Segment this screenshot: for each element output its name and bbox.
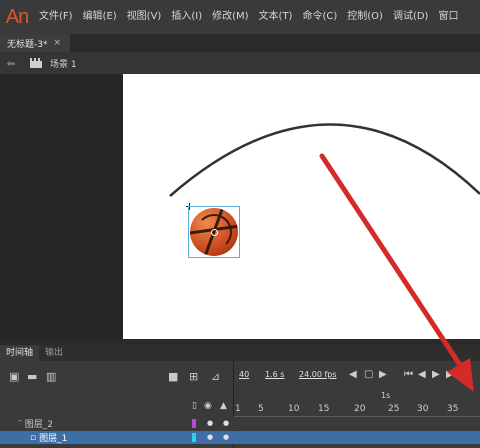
menu-control[interactable]: 控制(O) [342,0,388,34]
menu-window[interactable]: 窗口 [433,0,463,34]
ruler-number: 25 [388,404,400,414]
layer-name[interactable]: 图层_1 [39,431,67,444]
frame-rate[interactable]: 24.00 fps [299,370,337,379]
close-icon[interactable]: × [53,38,61,48]
stage[interactable] [123,74,480,339]
next-keyframe-icon[interactable]: ▶ [379,369,387,380]
lock-dot[interactable]: ● [223,419,229,427]
motion-guide-path[interactable] [169,123,480,197]
menu-text[interactable]: 文本(T) [254,0,298,34]
step-back-icon[interactable]: ◀ [418,369,426,380]
last-frame-icon[interactable]: ⏭ [460,369,469,380]
tab-output[interactable]: 输出 [39,345,69,361]
delete-icon[interactable]: ▥ [46,370,56,383]
app-logo: An [5,5,29,28]
menu-view[interactable]: 视图(V) [122,0,167,34]
menu-bar: An 文件(F) 编辑(E) 视图(V) 插入(I) 修改(M) 文本(T) 命… [0,0,480,34]
menu-insert[interactable]: 插入(I) [166,0,207,34]
document-tab-bar: 无标题-3* × [0,34,480,52]
ruler-number: 10 [288,404,300,414]
timeline-tabs: 时间轴 输出 [0,345,480,361]
tab-timeline[interactable]: 时间轴 [0,345,40,361]
layer-panel: ▣ ▬ ▥ ■ ⊞ ⊿ ▯ ◉ ▲ ᵔ 图层_2 ● ● ▫ 图层_1 ● ● [0,361,234,448]
layer-color-chip[interactable] [192,419,196,428]
menu-commands[interactable]: 命令(C) [297,0,342,34]
lock-dot[interactable]: ● [223,433,229,441]
transform-point[interactable] [211,229,218,236]
menu-debug[interactable]: 调试(D) [388,0,434,34]
visibility-dot[interactable]: ● [207,419,213,427]
ruler-number: 15 [318,404,330,414]
new-layer-icon[interactable]: ▣ [9,370,19,383]
parent-view-icon[interactable]: ⊞ [189,370,198,383]
scene-label: 场景 1 [50,59,77,70]
highlight-column-icon[interactable]: ▯ [192,401,197,411]
ruler-number: 30 [417,404,429,414]
motion-path-layer [169,123,480,197]
scene-bar: ⬅ 场景 1 [0,52,480,74]
ruler-number: 35 [447,404,459,414]
first-frame-icon[interactable]: ⏮ [404,369,413,380]
layer-type-icon: ▫ [30,432,37,443]
seconds-marker: 1s [381,391,391,400]
timeline-panel: ▣ ▬ ▥ ■ ⊞ ⊿ ▯ ◉ ▲ ᵔ 图层_2 ● ● ▫ 图层_1 ● ● … [0,361,480,448]
add-keyframe-icon[interactable]: ▢ [364,369,373,380]
document-title: 无标题-3* [7,39,48,50]
layer-row-selected[interactable]: ▫ 图层_1 ● ● [0,431,234,444]
menu-modify[interactable]: 修改(M) [207,0,253,34]
eye-icon[interactable]: ◉ [204,401,212,411]
frame-row-selected[interactable] [234,431,480,444]
scene-clapper-icon [30,58,42,68]
back-arrow-icon[interactable]: ⬅ [4,57,18,70]
prev-keyframe-icon[interactable]: ◀ [349,369,357,380]
menu-edit[interactable]: 编辑(E) [78,0,122,34]
ruler-number: 20 [354,404,366,414]
elapsed-time[interactable]: 1.6 s [265,370,284,379]
ruler-number: 5 [258,404,264,414]
lock-icon[interactable]: ▲ [220,401,227,411]
frame-panel: 40 1.6 s 24.00 fps ◀ ▢ ▶ ⏮ ◀ ▶ ▶ ⏭ 1s 1 … [234,361,480,448]
ruler-number: 1 [235,404,241,414]
current-frame[interactable]: 40 [239,370,249,379]
play-icon[interactable]: ▶ [432,369,440,380]
menu-file[interactable]: 文件(F) [34,0,78,34]
layer-row[interactable]: ᵔ 图层_2 ● ● [0,417,234,430]
new-folder-icon[interactable]: ▬ [27,370,37,383]
basketball-image [190,208,238,256]
layer-name[interactable]: 图层_2 [25,417,53,430]
document-tab[interactable]: 无标题-3* × [0,34,70,52]
visibility-dot[interactable]: ● [207,433,213,441]
basketball-symbol[interactable] [188,206,240,258]
motion-guide-layer-icon: ᵔ [18,418,22,429]
graph-icon[interactable]: ⊿ [211,370,220,383]
frame-row[interactable] [234,417,480,430]
camera-icon[interactable]: ■ [168,370,178,383]
layer-color-chip[interactable] [192,433,196,442]
step-forward-icon[interactable]: ▶ [446,369,454,380]
